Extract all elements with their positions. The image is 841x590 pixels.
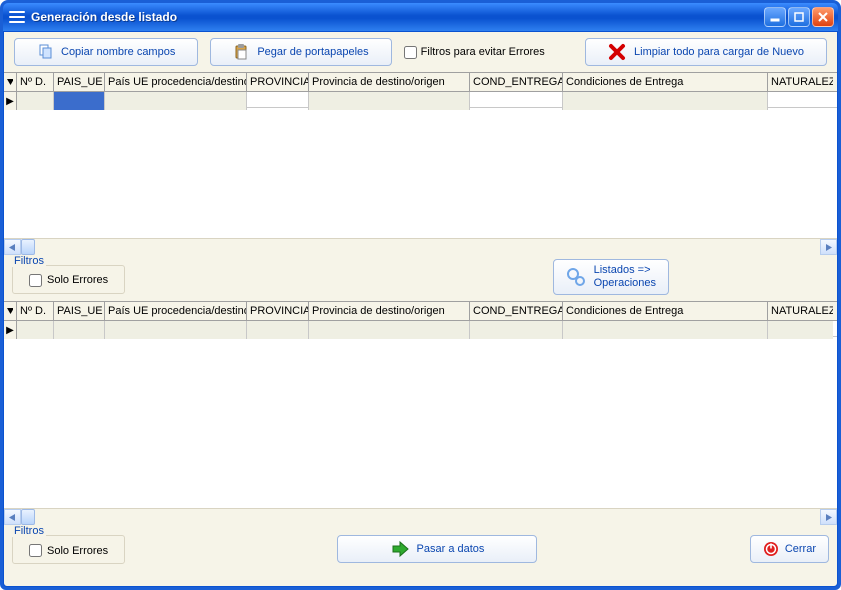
col-num[interactable]: Nº D.	[17, 73, 54, 91]
paste-clipboard-button[interactable]: Pegar de portapapeles	[210, 38, 391, 66]
scroll-right-button[interactable]	[820, 509, 837, 525]
col-provincia-desc[interactable]: Provincia de destino/origen	[309, 73, 470, 91]
titlebar: Generación desde listado	[3, 3, 838, 31]
col-naturaleza[interactable]: NATURALEZ	[768, 73, 833, 91]
table-row[interactable]: ▶	[4, 321, 837, 337]
cerrar-label: Cerrar	[785, 543, 816, 555]
col-cond-entrega[interactable]: COND_ENTREGA	[470, 73, 563, 91]
cerrar-button[interactable]: Cerrar	[750, 535, 829, 563]
filters-label: Filtros	[12, 255, 46, 267]
row-indicator: ▶	[4, 321, 17, 339]
scroll-thumb[interactable]	[21, 509, 35, 525]
col-cond-desc[interactable]: Condiciones de Entrega	[563, 302, 768, 320]
col-naturaleza[interactable]: NATURALEZ	[768, 302, 833, 320]
scroll-track[interactable]	[21, 239, 820, 255]
solo-errores-wrap-bottom[interactable]: Solo Errores	[12, 535, 125, 564]
gears-icon	[566, 267, 586, 287]
listops-line1: Listados =>	[594, 264, 656, 277]
power-icon	[763, 541, 779, 557]
arrow-right-icon	[391, 540, 409, 558]
filter-errors-checkbox[interactable]	[404, 46, 417, 59]
row-indicator: ▶	[4, 92, 17, 110]
clear-all-label: Limpiar todo para cargar de Nuevo	[634, 46, 804, 58]
solo-errores-label-bottom: Solo Errores	[47, 545, 108, 557]
col-provincia[interactable]: PROVINCIA	[247, 73, 309, 91]
solo-errores-checkbox-bottom[interactable]	[29, 544, 42, 557]
listados-operaciones-button[interactable]: Listados => Operaciones	[553, 259, 669, 295]
client-area: Copiar nombre campos Pegar de portapapel…	[3, 31, 838, 587]
col-provincia-desc[interactable]: Provincia de destino/origen	[309, 302, 470, 320]
list-icon	[9, 9, 25, 25]
scroll-left-button[interactable]	[4, 239, 21, 255]
top-grid-body[interactable]: ▶	[4, 92, 837, 238]
table-row[interactable]: ▶	[4, 92, 837, 108]
maximize-button[interactable]	[788, 7, 810, 27]
bottom-bar: Filtros Solo Errores Pasar a datos Cerra…	[4, 525, 837, 570]
top-grid: Nº D. PAIS_UE País UE procedencia/destin…	[4, 72, 837, 255]
filter-errors-label: Filtros para evitar Errores	[421, 46, 545, 58]
filters-label-bottom: Filtros	[12, 525, 46, 537]
col-pais-ue[interactable]: PAIS_UE	[54, 73, 105, 91]
scroll-left-button[interactable]	[4, 509, 21, 525]
solo-errores-wrap[interactable]: Solo Errores	[12, 265, 125, 294]
minimize-button[interactable]	[764, 7, 786, 27]
toolbar: Copiar nombre campos Pegar de portapapel…	[4, 32, 837, 72]
top-grid-header: Nº D. PAIS_UE País UE procedencia/destin…	[4, 72, 837, 92]
col-cond-desc[interactable]: Condiciones de Entrega	[563, 73, 768, 91]
bottom-grid: Nº D. PAIS_UE País UE procedencia/destin…	[4, 301, 837, 525]
filter-errors-checkbox-wrap[interactable]: Filtros para evitar Errores	[404, 46, 545, 59]
col-pais-ue[interactable]: PAIS_UE	[54, 302, 105, 320]
solo-errores-label: Solo Errores	[47, 274, 108, 286]
col-pais-desc[interactable]: País UE procedencia/destino	[105, 302, 247, 320]
scroll-thumb[interactable]	[21, 239, 35, 255]
row-select-header[interactable]	[4, 302, 17, 320]
top-grid-hscroll[interactable]	[4, 238, 837, 255]
paste-clipboard-label: Pegar de portapapeles	[257, 46, 368, 58]
row-select-header[interactable]	[4, 73, 17, 91]
col-num[interactable]: Nº D.	[17, 302, 54, 320]
scroll-track[interactable]	[21, 509, 820, 525]
solo-errores-checkbox-top[interactable]	[29, 274, 42, 287]
window-title: Generación desde listado	[31, 10, 764, 24]
col-provincia[interactable]: PROVINCIA	[247, 302, 309, 320]
scroll-right-button[interactable]	[820, 239, 837, 255]
window: Generación desde listado Copiar nombre c…	[0, 0, 841, 590]
col-cond-entrega[interactable]: COND_ENTREGA	[470, 302, 563, 320]
listops-line2: Operaciones	[594, 277, 656, 290]
copy-icon	[37, 44, 53, 60]
bottom-grid-body[interactable]: ▶	[4, 321, 837, 508]
clear-icon	[608, 43, 626, 61]
copy-fields-button[interactable]: Copiar nombre campos	[14, 38, 198, 66]
bottom-grid-hscroll[interactable]	[4, 508, 837, 525]
pasar-label: Pasar a datos	[417, 543, 485, 555]
col-pais-desc[interactable]: País UE procedencia/destino	[105, 73, 247, 91]
close-button[interactable]	[812, 7, 834, 27]
top-filters-strip: Filtros Solo Errores Listados => Operaci…	[4, 255, 837, 301]
copy-fields-label: Copiar nombre campos	[61, 46, 175, 58]
window-buttons	[764, 7, 834, 27]
pasar-a-datos-button[interactable]: Pasar a datos	[337, 535, 537, 563]
paste-icon	[233, 44, 249, 60]
bottom-grid-header: Nº D. PAIS_UE País UE procedencia/destin…	[4, 301, 837, 321]
clear-all-button[interactable]: Limpiar todo para cargar de Nuevo	[585, 38, 827, 66]
